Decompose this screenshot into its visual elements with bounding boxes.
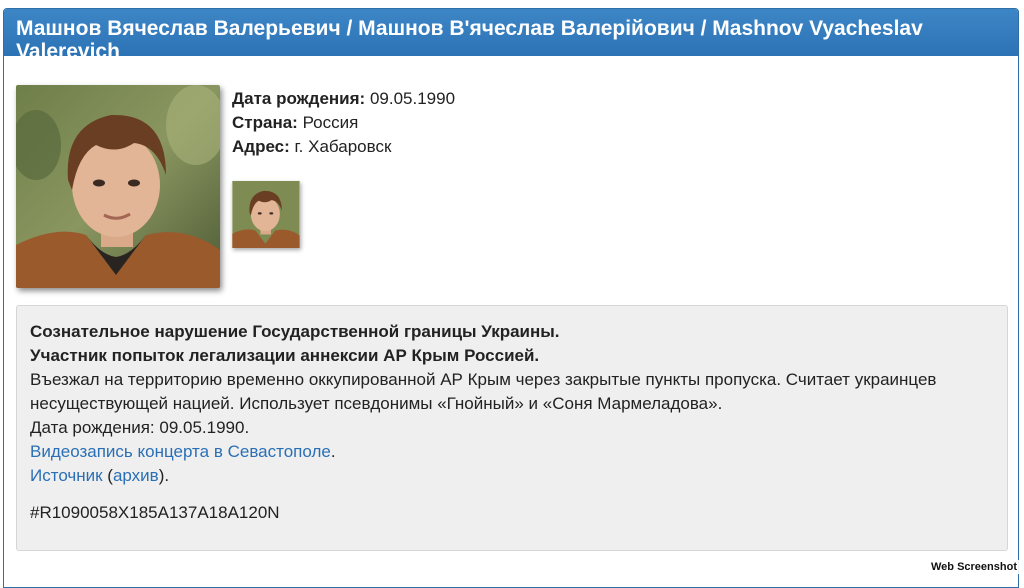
country-row: Страна: Россия [232, 111, 455, 135]
description-panel: Сознательное нарушение Государственной г… [16, 305, 1008, 551]
archive-open: ( [102, 466, 113, 485]
source-row: Источник (архив). [30, 464, 994, 488]
address-value: г. Хабаровск [294, 137, 392, 156]
profile-thumbnail[interactable] [232, 181, 300, 248]
dob-value: 09.05.1990 [369, 89, 456, 108]
address-label: Адрес: [232, 137, 290, 156]
country-value: Россия [302, 113, 359, 132]
source-link[interactable]: Источник [30, 466, 103, 485]
annexation-line: Участник попыток легализации аннексии АР… [30, 346, 540, 365]
video-link[interactable]: Видеозапись концерта в Севастополе [30, 442, 331, 461]
address-row: Адрес: г. Хабаровск [232, 135, 455, 159]
description-text: Въезжал на территорию временно оккупиров… [30, 370, 937, 413]
record-code: #R1090058X185A137A18A120N [30, 503, 280, 522]
archive-close: ). [158, 466, 170, 485]
page-title: Машнов Вячеслав Валерьевич / Машнов В'яч… [4, 9, 1018, 63]
watermark: Web Screenshot [928, 560, 1020, 574]
dob-row: Дата рождения: 09.05.1990 [232, 87, 455, 111]
profile-info: Дата рождения: 09.05.1990 Страна: Россия… [232, 87, 455, 159]
description-dob: Дата рождения: 09.05.1990. [30, 418, 250, 437]
country-label: Страна: [232, 113, 298, 132]
profile-card: Машнов Вячеслав Валерьевич / Машнов В'яч… [3, 8, 1019, 588]
dob-label: Дата рождения: [232, 89, 366, 108]
profile-photo[interactable] [16, 85, 220, 288]
video-suffix: . [330, 442, 336, 461]
archive-link[interactable]: архив [113, 466, 159, 485]
violation-line: Сознательное нарушение Государственной г… [30, 322, 560, 341]
video-row: Видеозапись концерта в Севастополе. [30, 440, 994, 464]
